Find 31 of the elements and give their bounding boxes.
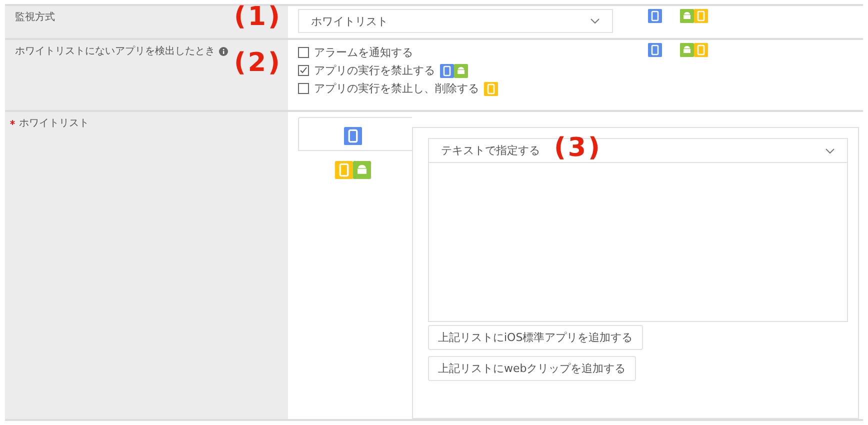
android-icon [454, 64, 468, 78]
callout-number: (2) [234, 48, 282, 78]
field-label: 監視方式 [15, 10, 55, 24]
checkbox[interactable] [298, 65, 309, 76]
checkbox[interactable] [298, 83, 309, 94]
add-button[interactable]: 上記リストにwebクリップを追加する [428, 356, 636, 381]
phone-icon [344, 127, 362, 145]
phone-icon [484, 82, 498, 96]
callout-number: (1) [234, 2, 282, 32]
field-label: ホワイトリストにないアプリを検出したとき [15, 44, 215, 58]
monitoring-select[interactable]: ホワイトリスト [298, 9, 613, 33]
phone-icon [694, 9, 708, 23]
info-icon [219, 47, 228, 56]
android-icon [680, 43, 694, 57]
field-label: ホワイトリスト [19, 117, 89, 130]
chevron-icon [825, 148, 835, 154]
phone-icon [648, 9, 662, 23]
chevron-icon [590, 18, 600, 24]
platform-tab[interactable] [298, 117, 412, 151]
add-button[interactable]: 上記リストにiOS標準アプリを追加する [428, 325, 643, 350]
option-label: アプリの実行を禁止する [314, 63, 435, 78]
android-icon [352, 161, 370, 179]
phone-icon [648, 43, 662, 57]
android-icon [680, 9, 694, 23]
phone-icon [440, 64, 454, 78]
checkbox[interactable] [298, 47, 309, 58]
phone-icon [334, 161, 352, 179]
mode-select[interactable]: テキストで指定する (3) [428, 138, 848, 162]
option-label: アラームを通知する [314, 45, 413, 60]
option-label: アプリの実行を禁止し、削除する [314, 81, 479, 96]
phone-icon [694, 43, 708, 57]
